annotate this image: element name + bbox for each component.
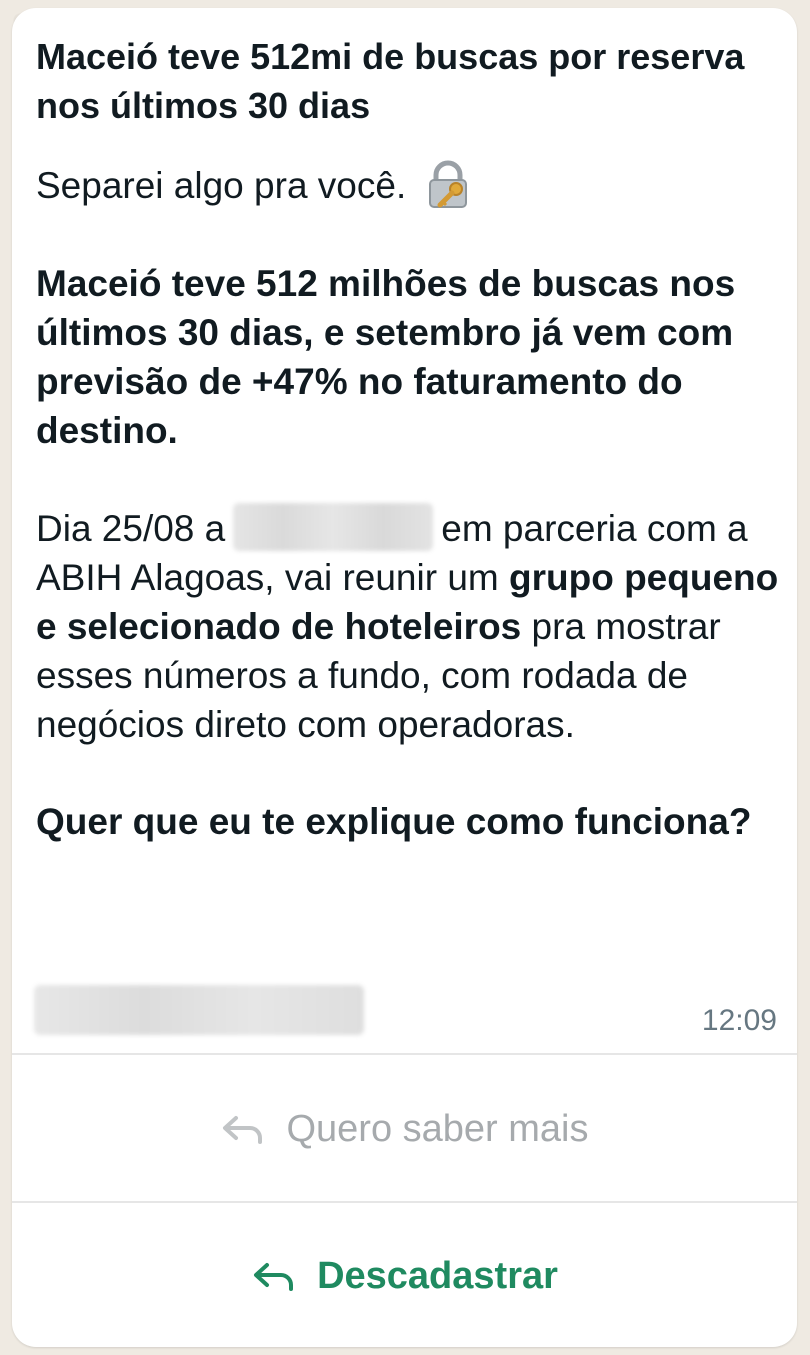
divider-middle — [12, 1201, 797, 1203]
message-content: Maceió teve 512mi de buscas por reserva … — [36, 32, 781, 846]
paragraph-start: Dia 25/08 a — [36, 508, 226, 549]
message-bubble: Maceió teve 512mi de buscas por reserva … — [12, 8, 797, 1347]
message-time: 12:09 — [701, 1004, 777, 1037]
unsubscribe-button[interactable]: Descadastrar — [12, 1204, 797, 1347]
intro-text: Separei algo pra você. — [36, 164, 407, 206]
unsubscribe-label: Descadastrar — [317, 1255, 558, 1297]
headline: Maceió teve 512 milhões de buscas nos úl… — [36, 263, 736, 451]
reply-icon — [223, 1115, 263, 1144]
redacted-footer — [34, 985, 364, 1035]
message-title: Maceió teve 512mi de buscas por reserva … — [36, 36, 745, 126]
quick-reply-button-1[interactable]: Quero saber mais — [12, 1057, 797, 1202]
reply-icon — [254, 1262, 294, 1291]
divider-top — [12, 1053, 797, 1055]
lock-with-key-icon — [422, 159, 474, 211]
redacted-organization — [233, 503, 434, 551]
event-paragraph: Dia 25/08 a em parceria com a ABIH Alagoa… — [36, 503, 781, 749]
question: Quer que eu te explique como funciona? — [36, 801, 752, 842]
quick-reply-label-1: Quero saber mais — [286, 1108, 589, 1150]
intro-line: Separei algo pra você. — [36, 159, 781, 211]
